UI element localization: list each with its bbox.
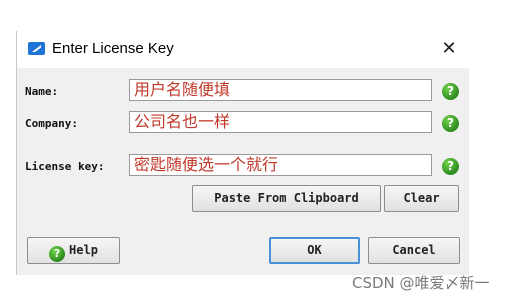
- dialog-title: Enter License Key: [52, 40, 174, 57]
- app-icon: [28, 42, 45, 55]
- license-dialog: Enter License Key ✕ Name: 用户名随便填 ? Compa…: [16, 31, 469, 275]
- help-button[interactable]: ? Help: [27, 237, 120, 264]
- help-button-label: Help: [69, 243, 98, 257]
- watermark: CSDN @唯爱〆新一: [352, 274, 490, 292]
- name-field[interactable]: 用户名随便填: [129, 79, 432, 101]
- license-key-help-icon[interactable]: ?: [442, 158, 459, 175]
- license-key-field[interactable]: 密匙随便选一个就行: [129, 154, 432, 176]
- cancel-button[interactable]: Cancel: [368, 237, 460, 264]
- company-field[interactable]: 公司名也一样: [129, 111, 432, 133]
- company-help-icon[interactable]: ?: [442, 115, 459, 132]
- company-label: Company:: [25, 117, 78, 130]
- close-icon[interactable]: ✕: [437, 37, 461, 61]
- license-key-label: License key:: [25, 160, 105, 173]
- ok-button[interactable]: OK: [269, 237, 360, 264]
- name-help-icon[interactable]: ?: [442, 83, 459, 100]
- paste-from-clipboard-button[interactable]: Paste From Clipboard: [192, 185, 381, 212]
- clear-button[interactable]: Clear: [384, 185, 459, 212]
- title-bar: Enter License Key ✕: [17, 31, 469, 68]
- help-icon: ?: [49, 246, 66, 262]
- name-label: Name:: [25, 85, 59, 98]
